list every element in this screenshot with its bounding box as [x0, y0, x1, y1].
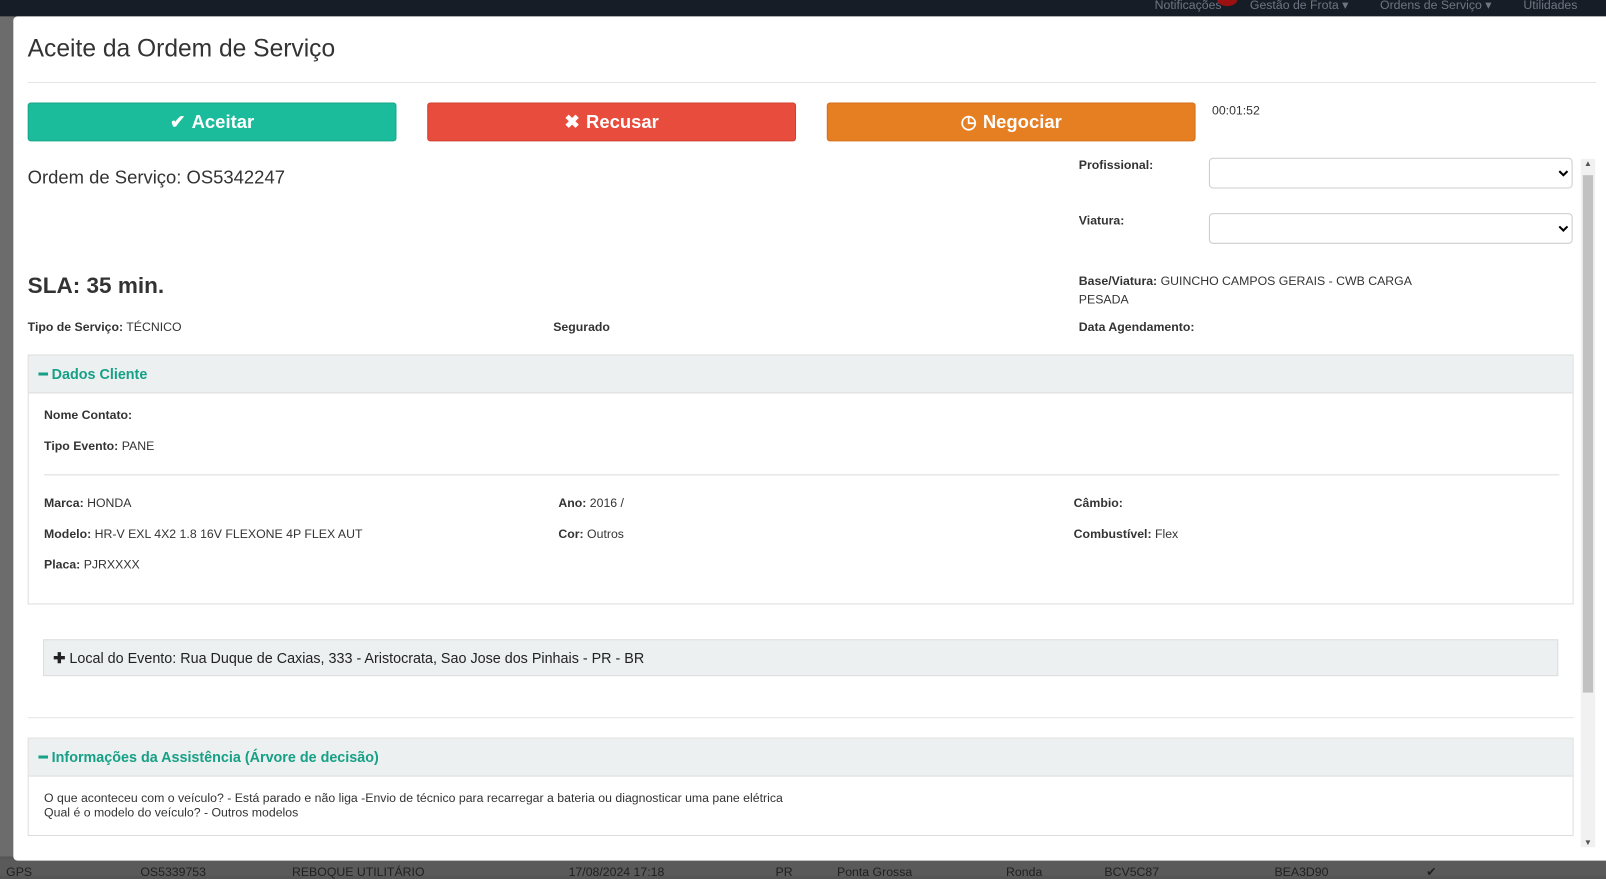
sla: SLA: 35 min. [27, 272, 165, 299]
cell: OS5339753 [140, 864, 206, 879]
scrollbar-thumb[interactable] [1582, 175, 1594, 693]
panel-title: Dados Cliente [51, 365, 148, 383]
background-page [0, 16, 15, 857]
marca: Marca: HONDA [44, 496, 131, 510]
minus-icon: ━ [38, 748, 48, 765]
assistencia-content: O que aconteceu com o veículo? - Está pa… [44, 791, 783, 820]
scrollbar[interactable]: ▲ ▼ [1580, 158, 1596, 848]
minus-icon: ━ [38, 365, 48, 382]
data-agendamento-label: Data Agendamento: [1078, 319, 1195, 334]
negotiate-button[interactable]: ◷ Negociar [826, 102, 1196, 142]
cell: BCV5C87 [1104, 864, 1160, 879]
label: Placa: [44, 557, 81, 572]
nav-ordens-servico[interactable]: Ordens de Serviço ▾ [1380, 0, 1491, 12]
top-navbar: Notificações Gestão de Frota ▾ Ordens de… [0, 0, 1606, 17]
clock-icon: ◷ [960, 111, 977, 132]
cell: BEA3D90 [1274, 864, 1329, 879]
panel-title: Informações da Assistência (Árvore de de… [51, 748, 379, 766]
label: Cor: [558, 526, 584, 541]
dados-cliente-header[interactable]: ━ Dados Cliente [28, 355, 1573, 394]
profissional-select[interactable] [1208, 157, 1573, 189]
accept-button[interactable]: ✔ Aceitar [27, 102, 397, 142]
tipo-servico: Tipo de Serviço: TÉCNICO [28, 320, 182, 334]
modal-title: Aceite da Ordem de Serviço [27, 34, 336, 63]
viatura-select[interactable] [1208, 213, 1573, 244]
dados-cliente-panel: ━ Dados Cliente Nome Contato: Tipo Evento… [27, 354, 1574, 605]
cell: REBOQUE UTILITÁRIO [291, 864, 425, 879]
tipo-evento: Tipo Evento: PANE [44, 438, 154, 452]
divider [27, 81, 1597, 83]
label: Tipo Evento: [44, 438, 119, 453]
segurado-label: Segurado [553, 319, 610, 334]
value: HONDA [87, 495, 132, 511]
assistencia-line: Qual é o modelo do veículo? - Outros mod… [44, 805, 299, 820]
value: 2016 / [589, 495, 624, 511]
modal: Aceite da Ordem de Serviço ✔ Aceitar ✖ Rec… [13, 16, 1606, 861]
cell: GPS [6, 864, 33, 879]
cell: Ronda [1006, 864, 1043, 879]
scroll-up-icon[interactable]: ▲ [1584, 159, 1592, 168]
refuse-label: Recusar [586, 111, 659, 132]
times-icon: ✖ [564, 111, 580, 132]
profissional-label: Profissional: [1078, 157, 1154, 173]
label: Modelo: [44, 526, 92, 541]
modelo: Modelo: HR-V EXL 4X2 1.8 16V FLEXONE 4P … [44, 527, 362, 541]
placa: Placa: PJRXXXX [44, 557, 140, 571]
divider [44, 474, 1560, 476]
nav-notificacoes[interactable]: Notificações [1155, 0, 1222, 12]
base-label: Base/Viatura: [1078, 273, 1158, 288]
cambio: Câmbio: [1073, 495, 1123, 511]
check-icon: ✔ [1426, 864, 1437, 879]
ano: Ano: 2016 / [558, 496, 624, 510]
plus-icon: ✚ [53, 649, 66, 666]
assistencia-header[interactable]: ━ Informações da Assistência (Árvore de d… [28, 738, 1573, 777]
combustivel: Combustível: Flex [1074, 527, 1179, 541]
value: PJRXXXX [83, 557, 140, 572]
value: Flex [1154, 526, 1179, 541]
cell: PR [775, 864, 793, 879]
label: Marca: [44, 495, 84, 511]
nome-contato: Nome Contato: [44, 407, 133, 423]
local-evento-header[interactable]: ✚ Local do Evento: Rua Duque de Caxias, 3… [43, 639, 1559, 677]
cell: 17/08/2024 17:18 [568, 864, 665, 879]
cell: Ponta Grossa [837, 864, 913, 879]
accept-label: Aceitar [191, 111, 255, 132]
base-viatura: Base/Viatura: GUINCHO CAMPOS GERAIS - CW… [1079, 271, 1427, 308]
assistencia-line: O que aconteceu com o veículo? - Está pa… [44, 790, 783, 806]
divider [27, 717, 1574, 719]
assistencia-panel: ━ Informações da Assistência (Árvore de d… [27, 737, 1574, 836]
value: HR-V EXL 4X2 1.8 16V FLEXONE 4P FLEX AUT [94, 526, 363, 541]
negotiate-label: Negociar [982, 111, 1062, 132]
nav-utilidades[interactable]: Utilidades [1523, 0, 1577, 12]
scroll-down-icon[interactable]: ▼ [1584, 838, 1592, 847]
background-table-row: GPS OS5339753 REBOQUE UTILITÁRIO 17/08/2… [0, 858, 1606, 879]
refuse-button[interactable]: ✖ Recusar [427, 102, 797, 142]
check-icon: ✔ [170, 111, 186, 132]
label: Ano: [558, 495, 587, 511]
cor: Cor: Outros [558, 527, 624, 541]
nav-gestao-frota[interactable]: Gestão de Frota ▾ [1250, 0, 1348, 12]
local-evento-text: Local do Evento: Rua Duque de Caxias, 33… [69, 649, 645, 666]
label: Tipo de Serviço: [27, 319, 124, 334]
value: Outros [587, 526, 624, 541]
value: TÉCNICO [126, 319, 182, 334]
timer: 00:01:52 [1211, 103, 1260, 118]
viatura-label: Viatura: [1078, 213, 1125, 228]
os-number: Ordem de Serviço: OS5342247 [27, 166, 285, 188]
value: PANE [121, 438, 155, 453]
label: Combustível: [1073, 526, 1152, 541]
